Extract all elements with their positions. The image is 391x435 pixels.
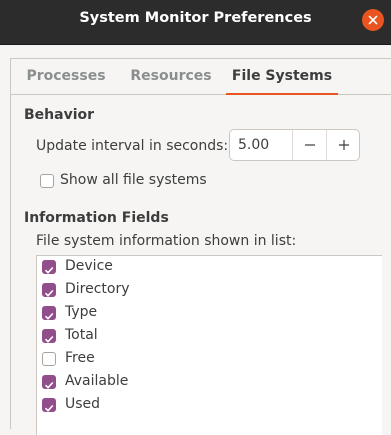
information-fields-list: Device Directory Type Total Free Availab…	[36, 255, 382, 435]
checkmark-icon	[44, 289, 54, 297]
checkbox-directory[interactable]	[42, 283, 56, 297]
list-item-available[interactable]: Available	[37, 371, 382, 394]
list-item-label: Total	[65, 327, 98, 343]
minus-icon	[305, 144, 315, 146]
show-all-label: Show all file systems	[60, 172, 207, 188]
checkmark-icon	[44, 404, 54, 412]
checkbox-used[interactable]	[42, 398, 56, 412]
list-item-label: Used	[65, 396, 101, 412]
list-item-label: Directory	[65, 281, 130, 297]
tab-processes[interactable]: Processes	[23, 59, 109, 95]
checkmark-icon	[44, 312, 54, 320]
list-item-free[interactable]: Free	[37, 348, 382, 371]
information-fields-heading: Information Fields	[24, 210, 169, 226]
information-fields-description: File system information shown in list:	[36, 233, 297, 249]
list-item-used[interactable]: Used	[37, 394, 382, 417]
checkmark-icon	[44, 381, 54, 389]
close-icon	[368, 15, 378, 25]
file-systems-page: Behavior Update interval in seconds: 5.0…	[11, 95, 391, 435]
list-item-label: Device	[65, 258, 113, 274]
plus-icon	[339, 140, 349, 150]
tab-file-systems[interactable]: File Systems	[226, 59, 338, 96]
close-button[interactable]	[362, 9, 384, 31]
increment-button[interactable]	[326, 130, 361, 160]
list-item-label: Type	[65, 304, 98, 320]
checkmark-icon	[44, 335, 54, 343]
tab-resources[interactable]: Resources	[125, 59, 217, 95]
checkbox-total[interactable]	[42, 329, 56, 343]
checkmark-icon	[44, 266, 54, 274]
checkbox-free[interactable]	[42, 352, 56, 366]
checkbox-available[interactable]	[42, 375, 56, 389]
show-all-checkbox-box[interactable]	[40, 174, 54, 188]
list-item-total[interactable]: Total	[37, 325, 382, 348]
list-item-type[interactable]: Type	[37, 302, 382, 325]
list-item-device[interactable]: Device	[37, 256, 382, 279]
checkbox-type[interactable]	[42, 306, 56, 320]
checkbox-device[interactable]	[42, 260, 56, 274]
update-interval-label: Update interval in seconds:	[36, 138, 229, 154]
list-item-label: Available	[65, 373, 129, 389]
list-item-label: Free	[65, 350, 95, 366]
tab-bar: Processes Resources File Systems	[11, 59, 391, 96]
window-title: System Monitor Preferences	[79, 10, 312, 26]
update-interval-value[interactable]: 5.00	[238, 137, 269, 153]
title-bar: System Monitor Preferences	[0, 0, 391, 45]
update-interval-spinner: 5.00	[229, 129, 360, 161]
preferences-panel: Processes Resources File Systems Behavio…	[10, 58, 391, 435]
decrement-button[interactable]	[292, 130, 327, 160]
list-item-directory[interactable]: Directory	[37, 279, 382, 302]
behavior-heading: Behavior	[24, 107, 95, 123]
